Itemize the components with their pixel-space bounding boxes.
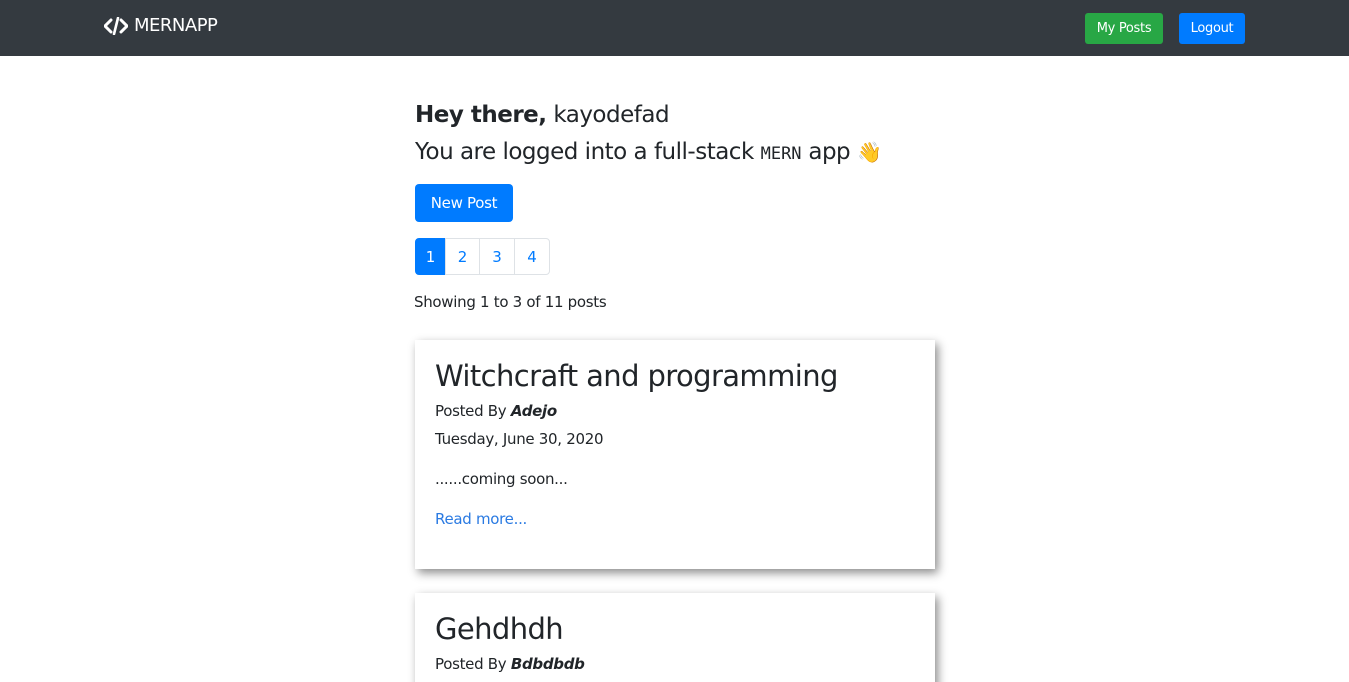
post-author: Adejo — [510, 402, 557, 420]
post-title: Gehdhdh — [435, 612, 564, 646]
post-card: Gehdhdh Posted By Bdbdbdb — [415, 593, 935, 682]
post-date: Tuesday, June 30, 2020 — [435, 430, 604, 448]
greeting-suffix: app — [808, 139, 851, 165]
new-post-button[interactable]: New Post — [415, 184, 513, 222]
post-card: Witchcraft and programming Posted By Ade… — [415, 340, 935, 569]
brand-link[interactable]: MERNAPP — [104, 15, 218, 36]
post-title: Witchcraft and programming — [435, 359, 838, 393]
read-more-link[interactable]: Read more... — [435, 510, 527, 528]
pagination: 1 2 3 4 — [415, 238, 550, 275]
mern-code: MERN — [760, 144, 802, 164]
greeting-heading: Hey there, kayodefad — [415, 102, 670, 128]
code-icon — [104, 16, 128, 35]
post-author-line: Posted By Bdbdbdb — [435, 655, 585, 673]
logout-button[interactable]: Logout — [1179, 13, 1245, 44]
posted-by-label: Posted By — [435, 402, 507, 420]
page-4-link[interactable]: 4 — [514, 238, 550, 275]
post-excerpt: ......coming soon... — [435, 470, 568, 488]
wave-icon: 👋 — [856, 140, 882, 164]
page-1-link[interactable]: 1 — [415, 238, 446, 275]
greeting-subheading: You are logged into a full-stack MERN ap… — [415, 139, 882, 165]
greeting-username: kayodefad — [553, 102, 670, 128]
post-author-line: Posted By Adejo — [435, 402, 557, 420]
greeting-hey: Hey there, — [415, 102, 547, 128]
brand-text: MERNAPP — [134, 15, 218, 36]
post-author: Bdbdbdb — [510, 655, 585, 673]
page-3-link[interactable]: 3 — [479, 238, 515, 275]
my-posts-button[interactable]: My Posts — [1085, 13, 1163, 44]
navbar: MERNAPP My Posts Logout — [0, 0, 1349, 56]
page-2-link[interactable]: 2 — [445, 238, 480, 275]
posted-by-label: Posted By — [435, 655, 507, 673]
greeting-prefix: You are logged into a full-stack — [415, 139, 754, 165]
showing-count: Showing 1 to 3 of 11 posts — [414, 293, 607, 311]
